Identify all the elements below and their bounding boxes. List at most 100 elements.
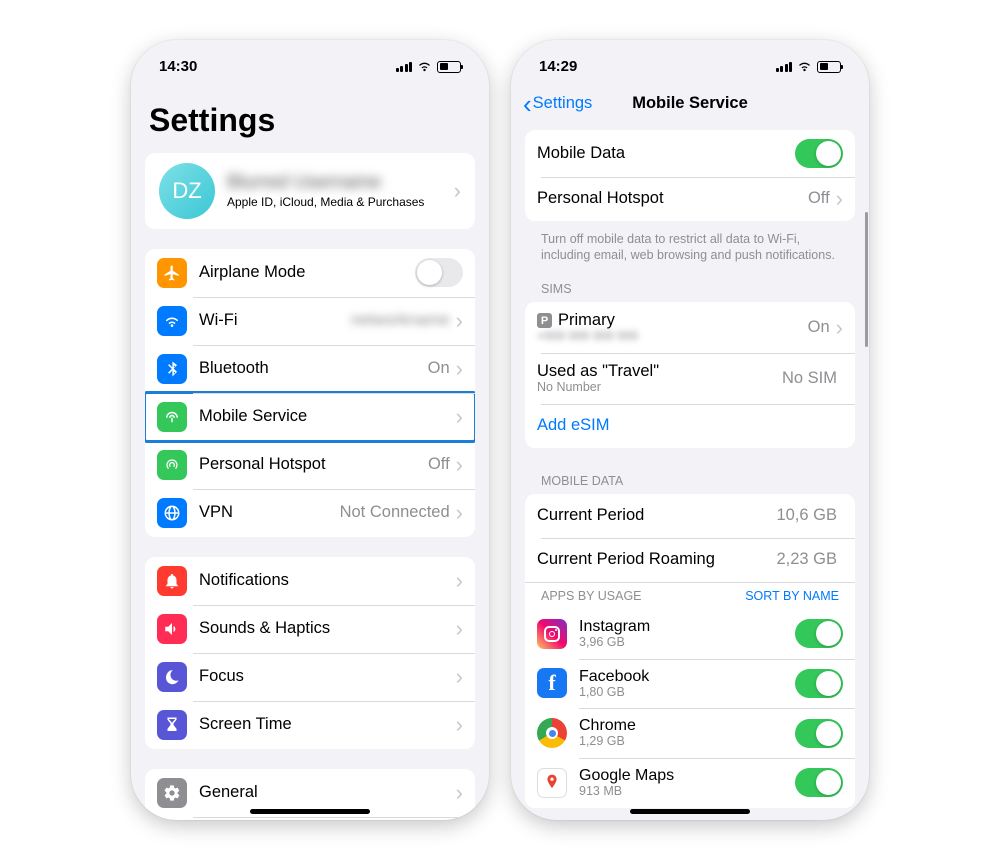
usage-group: Current Period10,6 GBCurrent Period Roam… [525,494,855,808]
alerts-group: Notifications›Sounds & Haptics›Focus›Scr… [145,557,475,749]
focus-row[interactable]: Focus › [145,653,475,701]
chevron-right-icon: › [456,356,463,382]
profile-card: DZ Blurred Username Apple ID, iCloud, Me… [145,153,475,229]
chevron-right-icon: › [456,452,463,478]
app-chrome-switch[interactable] [795,719,843,748]
mobile-icon [157,402,187,432]
sim-primary-label: PPrimary [537,311,808,330]
home-indicator[interactable] [630,809,750,814]
general-label: General [199,783,450,802]
sim-addesim-label: Add eSIM [537,416,843,435]
hotspot-value: Off [808,189,830,208]
mobiledata-switch[interactable] [795,139,843,168]
gmaps-icon [537,768,567,798]
hotspot-row[interactable]: Personal HotspotOff› [145,441,475,489]
home-indicator[interactable] [250,809,370,814]
app-gmaps-row[interactable]: Google Maps913 MB [525,758,855,808]
status-bar: 14:29 [511,40,869,84]
vpn-icon [157,498,187,528]
app-facebook-usage: 1,80 GB [579,686,795,700]
sounds-row[interactable]: Sounds & Haptics› [145,605,475,653]
bt-icon [157,354,187,384]
mobile-row[interactable]: Mobile Service› [145,393,475,441]
nav-title: Mobile Service [632,94,748,113]
wifi-icon [157,306,187,336]
mobile-data-header: MOBILE DATA [525,468,855,494]
chevron-left-icon: ‹ [523,91,532,117]
screentime-row[interactable]: Screen Time› [145,701,475,749]
mobile-service-content[interactable]: Mobile DataPersonal HotspotOff› Turn off… [511,124,869,820]
settings-content[interactable]: Settings DZ Blurred Username Apple ID, i… [131,84,489,820]
usage-row-1: Current Period Roaming2,23 GB [525,538,855,582]
hotspot-value: Off [428,455,450,474]
wifi-icon [797,61,812,72]
primary-badge-icon: P [537,313,552,328]
app-instagram-label: Instagram [579,618,795,636]
bt-label: Bluetooth [199,359,428,378]
control-row[interactable]: Control Centre› [145,817,475,820]
status-bar: 14:30 [131,40,489,84]
apple-id-row[interactable]: DZ Blurred Username Apple ID, iCloud, Me… [145,153,475,229]
page-title: Settings [145,84,475,153]
usage-value: 10,6 GB [776,506,837,525]
vpn-value: Not Connected [340,503,450,522]
sounds-icon [157,614,187,644]
sim-primary-row[interactable]: PPrimary+000 000 000 000On› [525,302,855,353]
chrome-icon [537,718,567,748]
notifications-icon [157,566,187,596]
scroll-indicator[interactable] [865,212,868,347]
vpn-label: VPN [199,503,340,522]
sim-travel-row[interactable]: Used as "Travel"No NumberNo SIM [525,353,855,404]
hotspot-row[interactable]: Personal HotspotOff› [525,177,855,221]
battery-icon [437,61,461,73]
chevron-right-icon: › [454,178,461,204]
hotspot-icon [157,450,187,480]
sim-primary-value: On [808,318,830,337]
mobiledata-row[interactable]: Mobile Data [525,130,855,177]
general-icon [157,778,187,808]
chevron-right-icon: › [456,616,463,642]
notifications-row[interactable]: Notifications› [145,557,475,605]
airplane-switch[interactable] [415,258,463,287]
app-instagram-row[interactable]: Instagram3,96 GB [525,609,855,659]
airplane-row[interactable]: Airplane Mode [145,249,475,297]
app-gmaps-label: Google Maps [579,767,795,785]
nav-bar: ‹ Settings Mobile Service [511,84,869,124]
app-facebook-row[interactable]: f Facebook1,80 GB [525,659,855,709]
airplane-icon [157,258,187,288]
app-facebook-switch[interactable] [795,669,843,698]
facebook-icon: f [537,668,567,698]
focus-label: Focus [199,667,450,686]
mobile-label: Mobile Service [199,407,450,426]
apps-by-usage-label: APPS BY USAGE [541,589,642,603]
sort-by-name-button[interactable]: SORT BY NAME [745,589,839,603]
phone-mobile-service: 14:29 ‹ Settings Mobile Service Mobile D… [511,40,869,820]
focus-icon [157,662,187,692]
sims-group: PPrimary+000 000 000 000On›Used as "Trav… [525,302,855,448]
bt-row[interactable]: BluetoothOn› [145,345,475,393]
chevron-right-icon: › [456,664,463,690]
vpn-row[interactable]: VPNNot Connected› [145,489,475,537]
wifi-row[interactable]: Wi-Finetworkname› [145,297,475,345]
cellular-icon [776,62,793,72]
status-indicators [776,61,842,73]
chevron-right-icon: › [456,712,463,738]
app-instagram-usage: 3,96 GB [579,636,795,650]
app-gmaps-usage: 913 MB [579,785,795,799]
sim-addesim-row[interactable]: Add eSIM [525,404,855,448]
app-chrome-row[interactable]: Chrome1,29 GB [525,708,855,758]
app-facebook-label: Facebook [579,668,795,686]
app-instagram-switch[interactable] [795,619,843,648]
mobile-data-group: Mobile DataPersonal HotspotOff› [525,130,855,221]
status-indicators [396,61,462,73]
wifi-value: networkname [351,311,450,330]
airplane-label: Airplane Mode [199,263,415,282]
back-button[interactable]: ‹ Settings [523,91,592,117]
phone-settings-root: 14:30 Settings DZ Blurred Username Apple… [131,40,489,820]
wifi-label: Wi-Fi [199,311,351,330]
sim-travel-value: No SIM [782,369,837,388]
app-gmaps-switch[interactable] [795,768,843,797]
cellular-icon [396,62,413,72]
profile-subtitle: Apple ID, iCloud, Media & Purchases [227,195,454,209]
status-time: 14:29 [539,58,577,75]
